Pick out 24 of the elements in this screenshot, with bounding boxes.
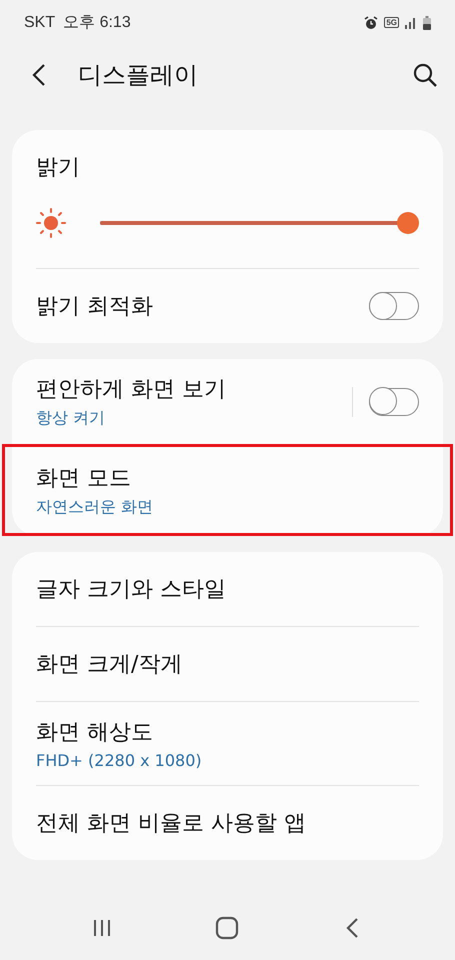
search-button[interactable] [411,61,439,89]
carrier-name: SKT [24,14,56,32]
setting-title[interactable]: 글자 크기와 스타일 [36,574,419,604]
setting-title[interactable]: 화면 해상도 [36,717,419,747]
slider-thumb[interactable] [397,212,419,234]
alarm-icon [364,16,378,30]
setting-title: 밝기 [36,154,81,182]
setting-title[interactable]: 화면 크게/작게 [36,649,419,679]
setting-value: 자연스러운 화면 [36,496,154,518]
network-type: 5G [384,17,399,28]
setting-value: 항상 켜기 [36,408,106,429]
setting-value: FHD+ (2280 x 1080) [36,751,203,770]
setting-title[interactable]: 편안하게 화면 보기 [36,374,352,404]
setting-title[interactable]: 밝기 최적화 [36,291,369,321]
home-button[interactable] [215,916,240,940]
toggle-switch[interactable] [369,388,419,416]
sun-icon [36,208,66,238]
signal-icon [405,16,417,28]
clock: 오후 6:13 [63,13,131,33]
toggle-switch[interactable] [369,292,419,320]
page-title: 디스플레이 [78,60,199,91]
battery-icon [423,16,431,30]
setting-title[interactable]: 화면 모드 [36,462,419,492]
setting-title[interactable]: 전체 화면 비율로 사용할 앱 [36,808,419,838]
